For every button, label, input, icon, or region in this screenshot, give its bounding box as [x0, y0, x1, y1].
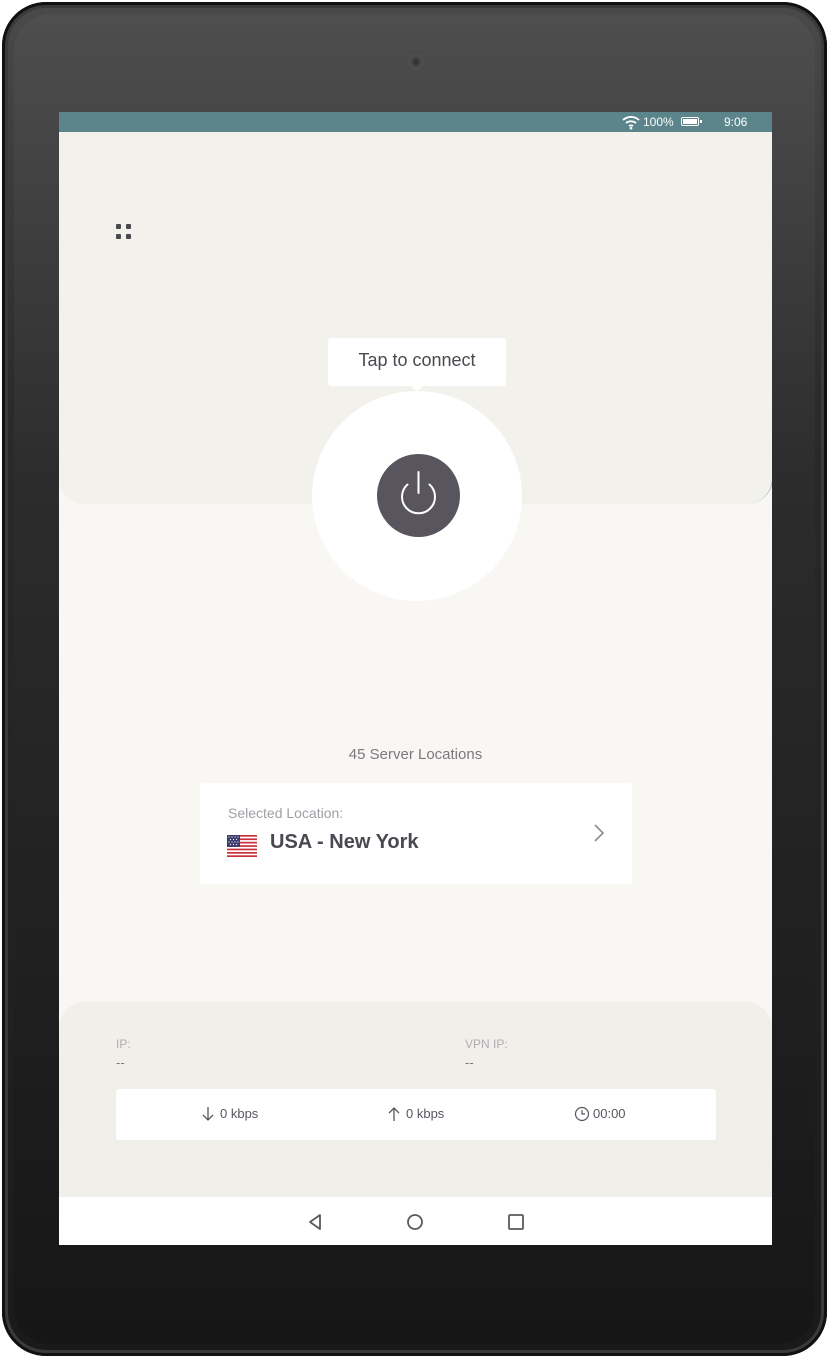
home-circle-icon[interactable]	[405, 1212, 425, 1232]
selected-location-label: Selected Location:	[228, 805, 344, 821]
clock-icon	[574, 1106, 590, 1122]
traffic-stats-card: 0 kbps 0 kbps 00:00	[116, 1089, 716, 1140]
app-screen: 100% 9:06 Tap to connect 45 Server Locat…	[59, 112, 772, 1245]
upload-speed: 0 kbps	[406, 1106, 445, 1121]
battery-percent: 100%	[643, 115, 674, 129]
front-camera	[408, 54, 424, 70]
back-triangle-icon[interactable]	[306, 1212, 326, 1232]
duration-stat: 00:00	[574, 1105, 634, 1123]
selected-location-card[interactable]: Selected Location: USA - New York	[200, 783, 632, 884]
connect-tooltip: Tap to connect	[328, 338, 506, 392]
us-flag-icon	[227, 835, 257, 857]
grid-dots-icon[interactable]	[111, 218, 139, 246]
power-icon	[401, 471, 436, 515]
upload-stat: 0 kbps	[387, 1105, 457, 1123]
recents-square-icon[interactable]	[506, 1212, 526, 1232]
connection-duration: 00:00	[593, 1106, 626, 1121]
power-button-backdrop	[312, 391, 522, 601]
ip-value: --	[116, 1055, 125, 1070]
status-time: 9:06	[724, 115, 748, 129]
download-speed: 0 kbps	[220, 1106, 259, 1121]
chevron-right-icon	[594, 824, 605, 842]
selected-location-name: USA - New York	[270, 831, 419, 853]
download-stat: 0 kbps	[201, 1105, 271, 1123]
wifi-icon	[622, 116, 640, 130]
upload-arrow-icon	[388, 1107, 400, 1121]
ip-label: IP:	[116, 1037, 131, 1051]
vpn-ip-label: VPN IP:	[465, 1037, 508, 1051]
connection-info-panel: IP: -- VPN IP: -- 0 kbps 0 kbps 00:00	[59, 1002, 772, 1197]
battery-icon	[681, 117, 702, 126]
vpn-ip-value: --	[465, 1055, 474, 1070]
status-bar: 100% 9:06	[59, 112, 772, 132]
power-button[interactable]	[377, 454, 460, 537]
server-locations-count: 45 Server Locations	[348, 746, 483, 763]
download-arrow-icon	[202, 1107, 214, 1121]
system-nav-bar	[59, 1197, 772, 1245]
